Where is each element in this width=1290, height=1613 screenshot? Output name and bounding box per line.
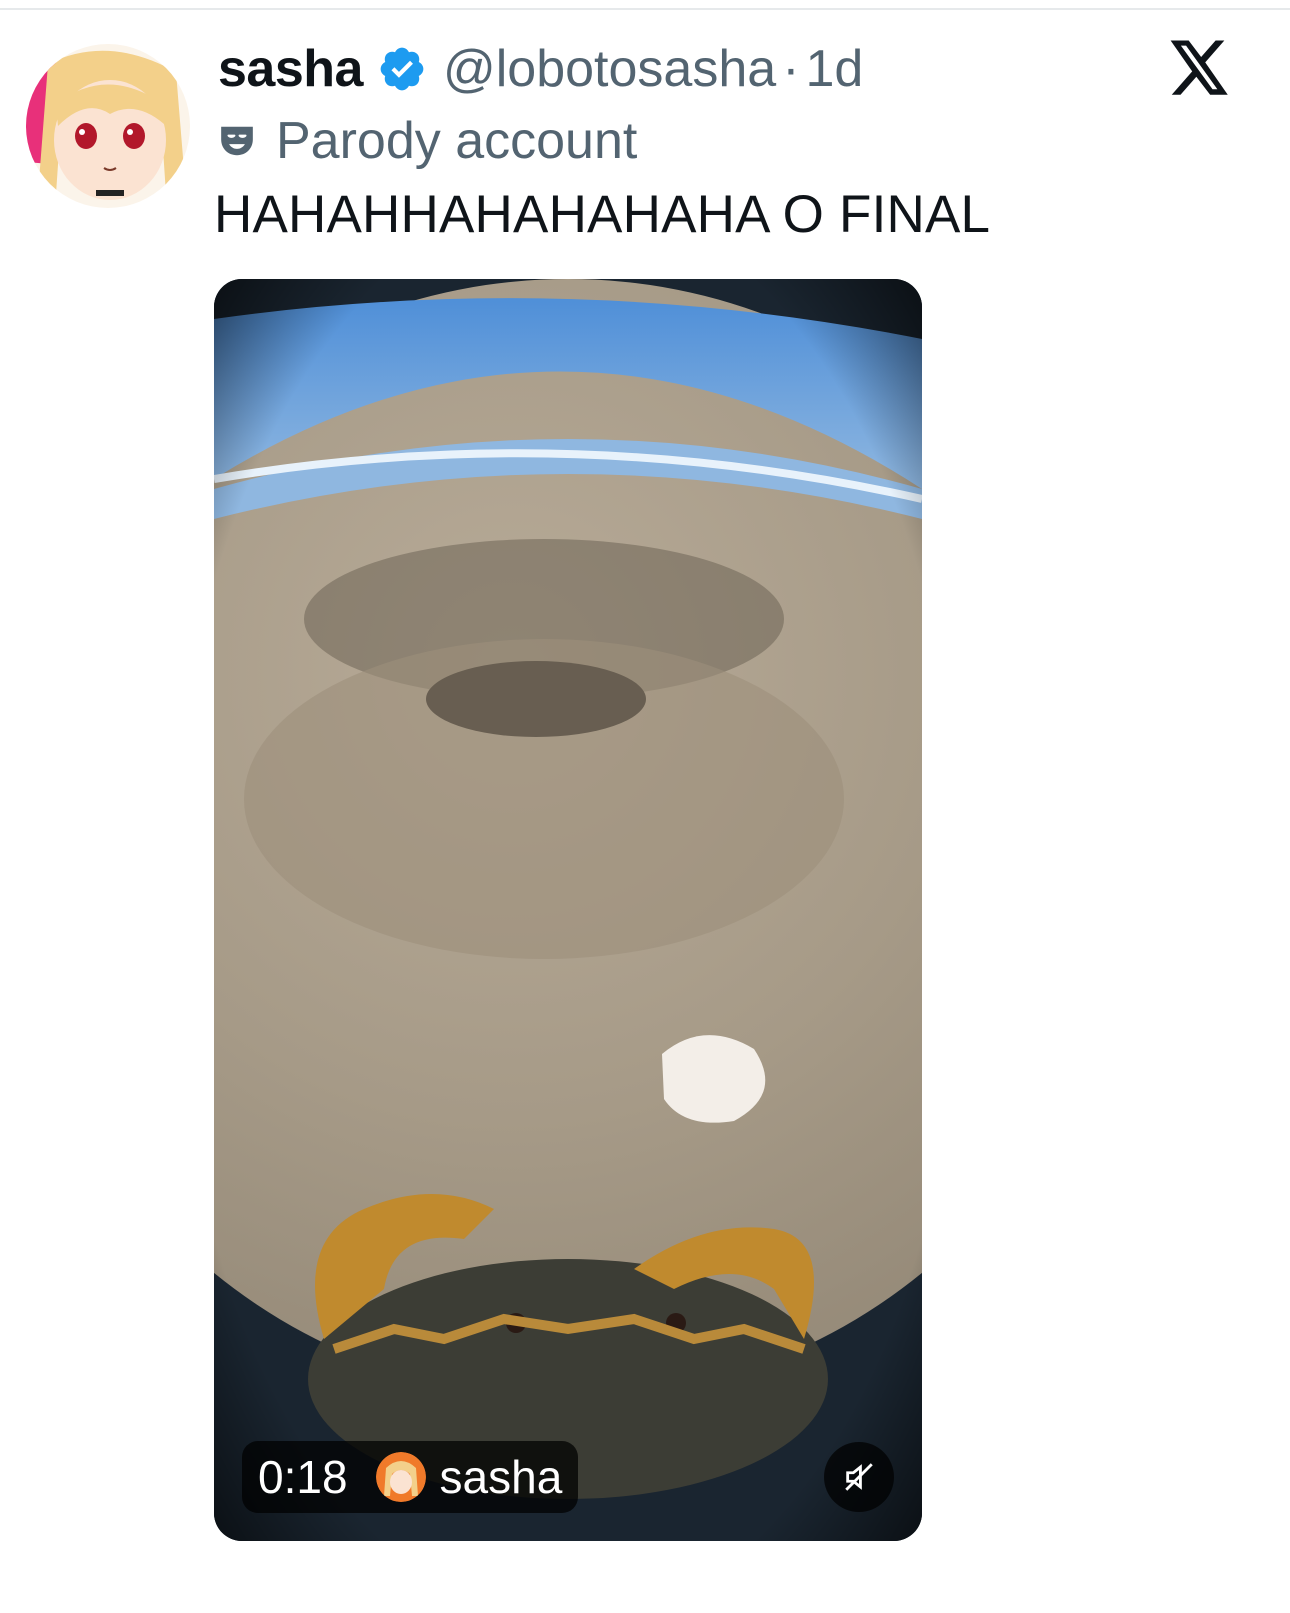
- parody-row: Parody account: [218, 110, 637, 172]
- speaker-muted-icon: [845, 1463, 873, 1491]
- timestamp[interactable]: 1d: [806, 39, 864, 99]
- verified-badge-icon: [380, 47, 424, 91]
- handle[interactable]: @lobotosasha: [443, 39, 776, 99]
- video-author-name: sasha: [439, 1451, 563, 1503]
- parody-label: Parody account: [276, 112, 638, 170]
- video-duration: 0:18: [258, 1451, 348, 1503]
- video-player[interactable]: 0:18 sasha: [214, 279, 922, 1541]
- mute-button[interactable]: [824, 1442, 894, 1512]
- top-divider: [0, 8, 1290, 10]
- avatar-image: [26, 44, 190, 208]
- display-name[interactable]: sasha: [218, 39, 363, 99]
- theater-mask-icon: [221, 126, 253, 156]
- avatar[interactable]: [26, 44, 190, 208]
- video-frame: [214, 279, 922, 1541]
- x-logo-icon[interactable]: [1170, 40, 1230, 96]
- video-info-badge: 0:18 sasha: [242, 1441, 579, 1513]
- tweet-header: sasha @lobotosasha · 1d: [218, 34, 863, 104]
- separator-dot: ·: [782, 40, 800, 98]
- video-author-avatar: [375, 1452, 426, 1502]
- tweet-text: HAHAHHAHAHAHAHA O FINAL: [214, 185, 991, 244]
